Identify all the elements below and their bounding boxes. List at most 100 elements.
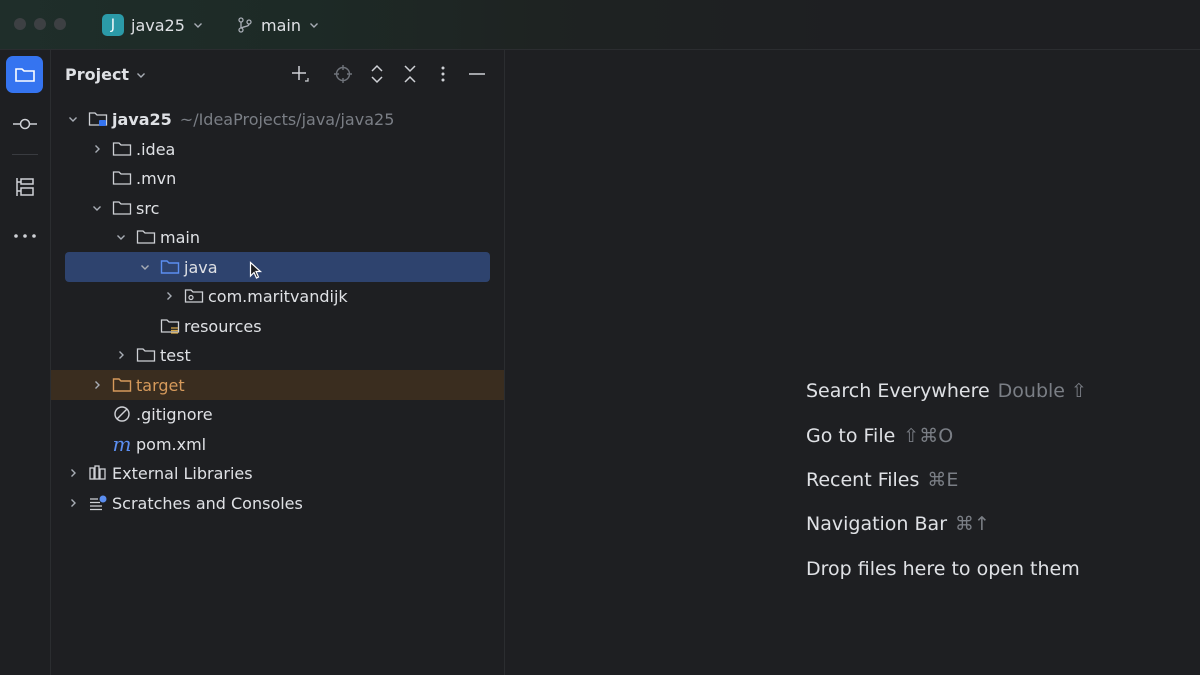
resources-folder-icon xyxy=(160,317,180,335)
tree-node-scratches[interactable]: Scratches and Consoles xyxy=(65,488,490,518)
tree-label: External Libraries xyxy=(112,463,253,483)
branch-switcher[interactable]: main xyxy=(236,12,320,38)
chevron-right-icon[interactable] xyxy=(89,377,105,393)
excluded-folder-icon xyxy=(112,376,132,394)
select-opened-file-button[interactable] xyxy=(332,63,354,85)
tree-label: Scratches and Consoles xyxy=(112,493,303,513)
hint-recent-files: Recent Files ⌘E xyxy=(806,469,959,491)
more-tools-button[interactable] xyxy=(6,217,43,254)
hint-search-everywhere: Search Everywhere Double ⇧ xyxy=(806,380,1087,402)
tree-node-mvn[interactable]: .mvn xyxy=(65,163,490,193)
tree-node-src[interactable]: src xyxy=(65,193,490,223)
tool-window-strip xyxy=(0,50,51,675)
commit-icon xyxy=(12,118,37,129)
minimize-window-button[interactable] xyxy=(34,18,46,30)
chevron-down-icon[interactable] xyxy=(137,259,153,275)
folder-icon xyxy=(112,199,132,217)
plus-icon xyxy=(292,66,309,82)
chevron-right-icon[interactable] xyxy=(113,347,129,363)
tree-node-main[interactable]: main xyxy=(65,222,490,252)
project-tool-button[interactable] xyxy=(6,56,43,93)
chevron-right-icon[interactable] xyxy=(161,288,177,304)
tree-node-package[interactable]: com.maritvandijk xyxy=(65,281,490,311)
scratches-icon xyxy=(88,494,108,512)
project-path: ~/IdeaProjects/java/java25 xyxy=(179,109,395,129)
package-icon xyxy=(184,287,204,305)
tree-label: .idea xyxy=(136,139,176,159)
tree-label: resources xyxy=(184,316,262,336)
hint-go-to-file: Go to File ⇧⌘O xyxy=(806,425,954,447)
tree-label: target xyxy=(136,375,185,395)
library-icon xyxy=(88,464,108,482)
zoom-window-button[interactable] xyxy=(54,18,66,30)
shortcut: Double ⇧ xyxy=(997,380,1087,402)
hint-drop-files: Drop files here to open them xyxy=(806,558,1080,580)
tree-node-root[interactable]: java25 ~/IdeaProjects/java/java25 xyxy=(65,104,490,134)
tree-label: java xyxy=(184,257,218,277)
tree-label: java25 xyxy=(112,109,172,129)
maven-icon: m xyxy=(112,432,132,456)
ignored-file-icon xyxy=(112,405,132,423)
tree-label: .mvn xyxy=(136,168,177,188)
mouse-cursor-icon xyxy=(249,261,263,279)
tree-label: src xyxy=(136,198,160,218)
tree-node-target[interactable]: target xyxy=(51,370,504,400)
tree-node-resources[interactable]: resources xyxy=(65,311,490,341)
structure-tool-button[interactable] xyxy=(6,168,43,205)
new-file-button[interactable] xyxy=(289,63,311,85)
chevron-down-icon[interactable] xyxy=(65,111,81,127)
title-bar: J java25 main xyxy=(0,0,1200,50)
chevron-right-icon[interactable] xyxy=(65,495,81,511)
shortcut: ⌘E xyxy=(927,469,959,491)
editor-area[interactable]: Search Everywhere Double ⇧ Go to File ⇧⌘O … xyxy=(505,50,1200,675)
folder-icon xyxy=(136,228,156,246)
chevron-down-icon[interactable] xyxy=(89,200,105,216)
module-folder-icon xyxy=(88,110,108,128)
project-switcher[interactable]: J java25 xyxy=(102,12,204,38)
branch-icon xyxy=(238,17,252,33)
project-name: java25 xyxy=(131,15,185,35)
tree-label: test xyxy=(160,345,191,365)
branch-name: main xyxy=(261,15,301,35)
chevron-down-icon xyxy=(309,23,318,28)
project-badge: J xyxy=(102,14,124,36)
tree-label: .gitignore xyxy=(136,404,213,424)
tree-label: main xyxy=(160,227,200,247)
locate-icon xyxy=(334,65,352,83)
source-folder-icon xyxy=(160,258,180,276)
structure-icon xyxy=(15,177,34,196)
expand-all-button[interactable] xyxy=(366,63,388,85)
tree-node-pom[interactable]: m pom.xml xyxy=(65,429,490,459)
shortcut: ⌘↑ xyxy=(955,513,990,535)
tree-label: com.maritvandijk xyxy=(208,286,348,306)
options-button[interactable] xyxy=(432,63,454,85)
hint-navigation-bar: Navigation Bar ⌘↑ xyxy=(806,513,990,535)
more-icon xyxy=(13,233,36,238)
close-window-button[interactable] xyxy=(14,18,26,30)
chevron-down-icon xyxy=(193,23,202,28)
expand-all-icon xyxy=(371,64,383,84)
tree-node-external-libraries[interactable]: External Libraries xyxy=(65,458,490,488)
shortcut: ⇧⌘O xyxy=(903,425,954,447)
collapse-all-icon xyxy=(404,65,416,83)
hide-panel-button[interactable] xyxy=(466,63,488,85)
chevron-right-icon[interactable] xyxy=(65,465,81,481)
commit-tool-button[interactable] xyxy=(6,105,43,142)
folder-icon xyxy=(136,346,156,364)
chevron-down-icon xyxy=(137,72,146,78)
chevron-right-icon[interactable] xyxy=(89,141,105,157)
tree-node-test[interactable]: test xyxy=(65,340,490,370)
project-panel: Project java25 ~/IdeaProjects/java/java2… xyxy=(51,50,505,675)
tree-node-java[interactable]: java xyxy=(65,252,490,282)
panel-title-dropdown[interactable]: Project xyxy=(65,65,147,84)
tree-node-idea[interactable]: .idea xyxy=(65,134,490,164)
folder-icon xyxy=(14,67,35,82)
collapse-all-button[interactable] xyxy=(399,63,421,85)
minimize-icon xyxy=(469,73,485,75)
kebab-menu-icon xyxy=(441,66,445,82)
tree-node-gitignore[interactable]: .gitignore xyxy=(65,399,490,429)
toolstrip-divider xyxy=(12,154,38,155)
chevron-down-icon[interactable] xyxy=(113,229,129,245)
tree-label: pom.xml xyxy=(136,434,207,454)
folder-icon xyxy=(112,169,132,187)
